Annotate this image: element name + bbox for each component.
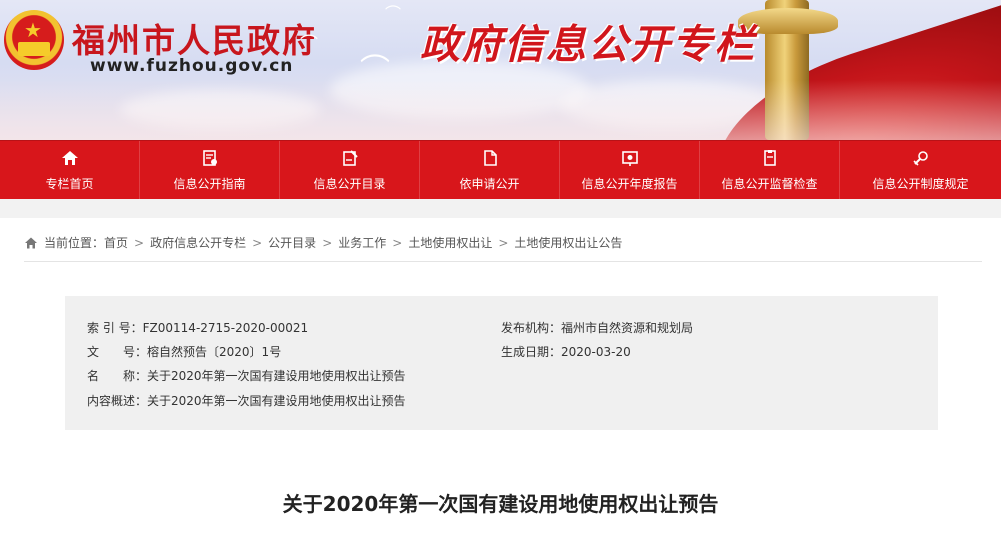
main-content: 当前位置： 首页 > 政府信息公开专栏 > 公开目录 > 业务工作 > 土地使用… bbox=[0, 218, 1001, 540]
breadcrumb-item-land-transfer[interactable]: 土地使用权出让 bbox=[408, 234, 492, 251]
header-banner: ★ 福州市人民政府 www.fuzhou.gov.cn 政府信息公开专栏 ⌒ ⌒… bbox=[0, 0, 1001, 140]
nav-item-apply[interactable]: 依申请公开 bbox=[420, 141, 560, 200]
breadcrumb-prefix: 当前位置： bbox=[44, 236, 105, 250]
nav-item-label: 信息公开制度规定 bbox=[872, 177, 969, 191]
meta-value: 榕自然预告〔2020〕1号 bbox=[147, 345, 282, 359]
meta-doc-no-row: 文 号：榕自然预告〔2020〕1号 bbox=[87, 343, 281, 360]
breadcrumb-item-column[interactable]: 政府信息公开专栏 bbox=[150, 234, 246, 251]
meta-label: 发布机构： bbox=[501, 321, 562, 335]
guide-icon bbox=[202, 150, 217, 166]
seagull-icon: ⌒ bbox=[300, 34, 318, 55]
nav-item-home[interactable]: 专栏首页 bbox=[0, 141, 140, 200]
meta-value: 关于2020年第一次国有建设用地使用权出让预告 bbox=[147, 394, 406, 408]
breadcrumb-item-home[interactable]: 首页 bbox=[104, 234, 128, 251]
nav-item-label: 依申请公开 bbox=[459, 177, 520, 191]
inspection-icon bbox=[763, 150, 776, 166]
meta-value: 福州市自然资源和规划局 bbox=[561, 321, 694, 335]
meta-label: 生成日期： bbox=[501, 345, 562, 359]
nav-item-regulation[interactable]: 信息公开制度规定 bbox=[840, 141, 1001, 200]
nav-item-label: 信息公开监督检查 bbox=[721, 177, 818, 191]
breadcrumb-item-land-notice[interactable]: 土地使用权出让公告 bbox=[514, 234, 622, 251]
breadcrumb-item-catalog[interactable]: 公开目录 bbox=[268, 234, 316, 251]
nav-item-guide[interactable]: 信息公开指南 bbox=[140, 141, 280, 200]
national-emblem-icon[interactable]: ★ bbox=[4, 10, 64, 70]
meta-date-row: 生成日期：2020-03-20 bbox=[501, 343, 631, 360]
meta-value: FZ00114-2715-2020-00021 bbox=[142, 321, 309, 335]
main-nav: 专栏首页 信息公开指南 信息公开目录 依申请公开 信息公开年度报告 信息公开监督… bbox=[0, 140, 1001, 200]
meta-value: 2020-03-20 bbox=[561, 345, 631, 359]
home-icon bbox=[25, 237, 37, 248]
breadcrumb-separator: > bbox=[322, 235, 333, 250]
report-icon bbox=[621, 151, 638, 166]
breadcrumb-separator: > bbox=[498, 235, 509, 250]
meta-summary-row: 内容概述：关于2020年第一次国有建设用地使用权出让预告 bbox=[87, 392, 406, 409]
meta-label: 索 引 号： bbox=[87, 321, 143, 335]
seagull-icon: ⌒ bbox=[385, 4, 402, 23]
catalog-icon bbox=[342, 150, 358, 166]
meta-value: 关于2020年第一次国有建设用地使用权出让预告 bbox=[147, 369, 406, 383]
column-title: 政府信息公开专栏 bbox=[420, 22, 756, 68]
document-meta-box: 索 引 号：FZ00114-2715-2020-00021 发布机构：福州市自然… bbox=[65, 296, 938, 430]
meta-label: 文 号： bbox=[87, 345, 148, 359]
seagull-icon: ⌒ bbox=[360, 53, 390, 88]
meta-index-row: 索 引 号：FZ00114-2715-2020-00021 bbox=[87, 319, 308, 336]
divider bbox=[24, 261, 982, 262]
site-url[interactable]: www.fuzhou.gov.cn bbox=[90, 56, 293, 76]
breadcrumb-separator: > bbox=[252, 235, 263, 250]
breadcrumb: 当前位置： 首页 > 政府信息公开专栏 > 公开目录 > 业务工作 > 土地使用… bbox=[24, 234, 622, 251]
meta-label: 内容概述： bbox=[87, 394, 148, 408]
regulation-icon bbox=[912, 151, 928, 166]
document-icon bbox=[483, 150, 497, 166]
nav-item-label: 专栏首页 bbox=[45, 177, 94, 191]
site-title[interactable]: 福州市人民政府 bbox=[72, 14, 317, 62]
breadcrumb-separator: > bbox=[134, 235, 145, 250]
nav-item-label: 信息公开目录 bbox=[313, 177, 386, 191]
breadcrumb-item-business[interactable]: 业务工作 bbox=[338, 234, 386, 251]
article-title: 关于2020年第一次国有建设用地使用权出让预告 bbox=[282, 492, 719, 516]
home-icon bbox=[61, 151, 78, 165]
breadcrumb-separator: > bbox=[392, 235, 403, 250]
meta-name-row: 名 称：关于2020年第一次国有建设用地使用权出让预告 bbox=[87, 367, 406, 384]
meta-publisher-row: 发布机构：福州市自然资源和规划局 bbox=[501, 319, 693, 336]
nav-item-label: 信息公开年度报告 bbox=[581, 177, 678, 191]
meta-label: 名 称： bbox=[87, 369, 148, 383]
nav-item-label: 信息公开指南 bbox=[173, 177, 246, 191]
nav-item-inspection[interactable]: 信息公开监督检查 bbox=[700, 141, 840, 200]
nav-item-catalog[interactable]: 信息公开目录 bbox=[280, 141, 420, 200]
nav-item-annual-report[interactable]: 信息公开年度报告 bbox=[560, 141, 700, 200]
